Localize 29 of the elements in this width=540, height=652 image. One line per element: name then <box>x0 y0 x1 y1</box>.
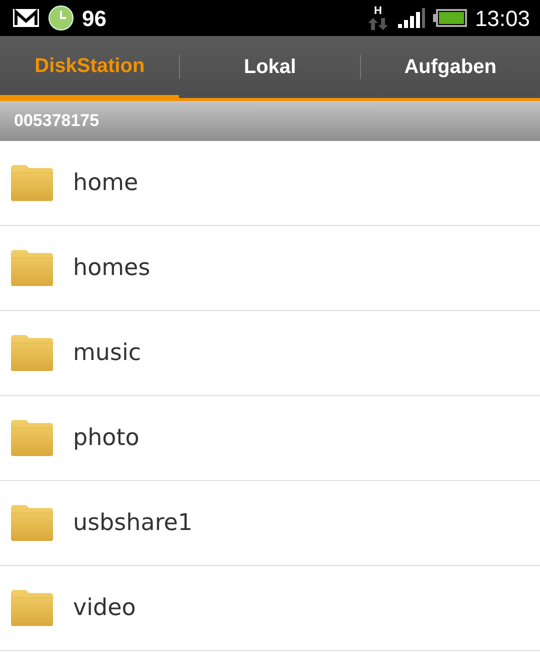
folder-icon <box>10 164 54 202</box>
folder-row[interactable]: usbshare1 <box>0 481 540 566</box>
folder-name: photo <box>73 424 140 453</box>
tab[interactable]: Aufgaben <box>360 36 540 98</box>
folder-icon <box>10 334 54 372</box>
folder-row[interactable]: photo <box>0 396 540 481</box>
battery-percent: 96 <box>82 4 106 32</box>
folder-row[interactable]: video <box>0 566 540 651</box>
folder-icon <box>10 504 54 542</box>
folder-name: home <box>73 168 138 198</box>
network-type: H <box>374 6 382 16</box>
data-arrows-icon <box>366 16 389 30</box>
signal-icon <box>396 7 425 29</box>
folder-row[interactable]: home <box>0 141 540 226</box>
clock-time: 13:03 <box>474 4 530 32</box>
folder-icon <box>10 419 54 457</box>
server-id-header: 005378175 <box>0 101 540 141</box>
mail-icon <box>12 8 40 28</box>
tab[interactable]: Lokal <box>180 36 360 98</box>
folder-name: music <box>73 338 142 368</box>
clock-icon <box>48 5 74 31</box>
folder-name: usbshare1 <box>73 508 193 538</box>
folder-name: video <box>73 594 136 623</box>
battery-icon <box>432 9 467 27</box>
folder-name: homes <box>73 254 150 283</box>
folder-row[interactable]: music <box>0 311 540 396</box>
folder-icon <box>10 589 54 627</box>
folder-row[interactable]: homes <box>0 226 540 311</box>
folder-icon <box>10 249 54 287</box>
